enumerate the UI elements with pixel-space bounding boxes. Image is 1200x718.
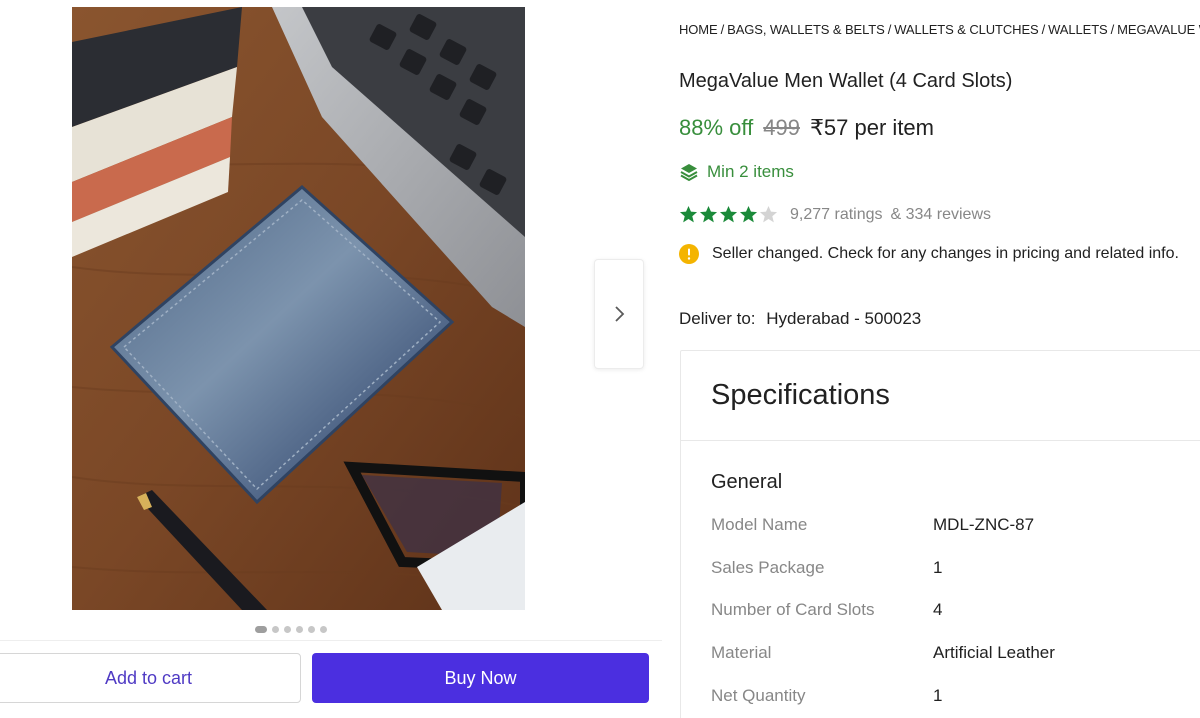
next-image-button[interactable] — [594, 259, 644, 369]
ratings-row[interactable]: 9,277 ratings & 334 reviews — [679, 205, 991, 224]
specifications-section-general: General — [711, 471, 783, 493]
breadcrumb-wallets[interactable]: WALLETS — [1048, 22, 1108, 37]
breadcrumb-wallets-clutches[interactable]: WALLETS & CLUTCHES — [894, 22, 1038, 37]
spec-key: Sales Package — [711, 558, 825, 577]
carousel-dot[interactable] — [296, 625, 303, 633]
spec-key: Net Quantity — [711, 686, 806, 705]
carousel-dot[interactable] — [272, 625, 279, 633]
buy-now-button[interactable]: Buy Now — [312, 653, 649, 703]
spec-value: 1 — [933, 686, 943, 705]
carousel-dot[interactable] — [308, 625, 315, 633]
seller-notice-text: Seller changed. Check for any changes in… — [712, 245, 1179, 262]
discount-percent: 88% off — [679, 115, 754, 140]
breadcrumb-bags[interactable]: BAGS, WALLETS & BELTS — [727, 22, 885, 37]
deliver-location: Hyderabad - 500023 — [766, 309, 922, 328]
reviews-count: & 334 reviews — [890, 205, 992, 223]
layers-icon — [680, 164, 698, 182]
star-rating — [679, 205, 778, 224]
spec-value: MDL-ZNC-87 — [933, 515, 1035, 534]
star-filled-icon — [699, 205, 718, 223]
add-to-cart-button[interactable]: Add to cart — [0, 653, 301, 703]
breadcrumb-home[interactable]: HOME — [679, 22, 718, 37]
ratings-count: 9,277 ratings — [790, 205, 883, 223]
breadcrumb-megavalue-wallets[interactable]: MEGAVALUE WALLETS — [1117, 22, 1200, 37]
star-filled-icon — [739, 205, 758, 223]
selling-price: ₹57 per item — [809, 115, 934, 140]
carousel-dots — [255, 625, 327, 633]
spec-value: 4 — [933, 600, 943, 619]
spec-value: 1 — [933, 558, 943, 577]
min-items-info: Min 2 items — [679, 162, 794, 182]
spec-row: Model Name MDL-ZNC-87 — [711, 515, 1034, 535]
spec-row: Number of Card Slots 4 — [711, 600, 942, 620]
spec-row: Sales Package 1 — [711, 558, 942, 578]
spec-key: Model Name — [711, 515, 808, 534]
specifications-heading: Specifications — [681, 351, 1200, 441]
info-icon — [679, 244, 699, 264]
wallet-photo — [72, 7, 525, 610]
chevron-right-icon — [615, 306, 625, 322]
carousel-dot[interactable] — [284, 625, 291, 633]
min-items-label: Min 2 items — [707, 162, 794, 181]
specifications-card: Specifications General Model Name MDL-ZN… — [680, 350, 1200, 718]
spec-row: Net Quantity 1 — [711, 686, 942, 706]
product-title: MegaValue Men Wallet (4 Card Slots) — [679, 70, 1013, 92]
star-filled-icon — [679, 205, 698, 223]
original-price: 499 — [763, 115, 800, 140]
product-image[interactable] — [72, 7, 525, 610]
spec-value: Artificial Leather — [933, 643, 1055, 662]
price-row: 88% off 499 ₹57 per item — [679, 115, 934, 141]
carousel-dot[interactable] — [320, 625, 327, 633]
star-filled-icon — [719, 205, 738, 223]
star-empty-icon — [759, 205, 778, 223]
delivery-location[interactable]: Deliver to: Hyderabad - 500023 — [679, 309, 921, 329]
carousel-dot[interactable] — [255, 625, 267, 633]
spec-key: Material — [711, 643, 772, 662]
spec-key: Number of Card Slots — [711, 600, 875, 619]
breadcrumb: HOME / BAGS, WALLETS & BELTS / WALLETS & CLU… — [679, 22, 1200, 37]
spec-row: Material Artificial Leather — [711, 643, 1055, 663]
cta-bar: Add to cart Buy Now — [0, 640, 662, 718]
seller-notice: Seller changed. Check for any changes in… — [679, 244, 1179, 264]
deliver-label: Deliver to: — [679, 309, 756, 328]
